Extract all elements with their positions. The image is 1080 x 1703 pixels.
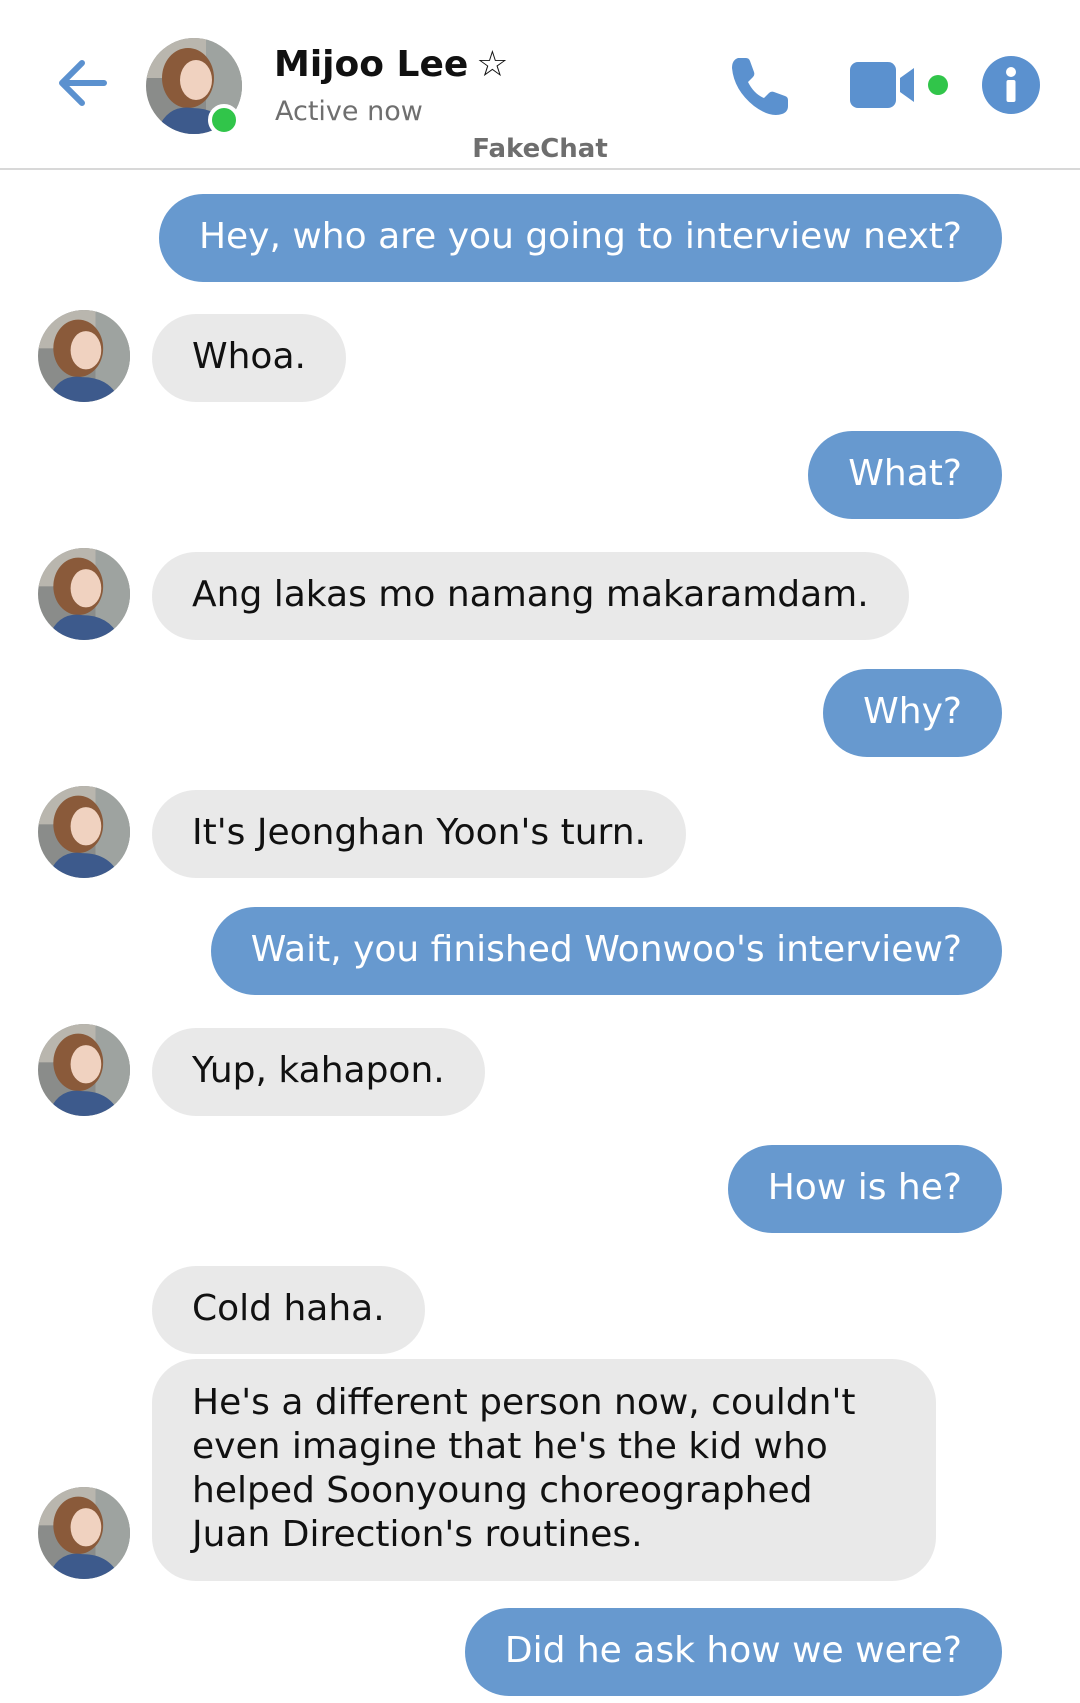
- message-bubble-received[interactable]: Ang lakas mo namang makaramdam.: [152, 552, 909, 640]
- online-indicator: [208, 104, 240, 136]
- app-name-text: FakeChat: [472, 134, 608, 164]
- sender-avatar[interactable]: [38, 1024, 130, 1116]
- message-bubble-received[interactable]: He's a different person now, couldn't ev…: [152, 1359, 936, 1581]
- active-status: Active now: [275, 96, 423, 127]
- sender-avatar[interactable]: [38, 1487, 130, 1579]
- avatar-photo: [38, 1024, 130, 1116]
- chat-header: Mijoo Lee ☆ Active now FakeChat: [0, 0, 1080, 170]
- sender-avatar[interactable]: [38, 548, 130, 640]
- avatar-photo: [38, 548, 130, 640]
- star-icon[interactable]: ☆: [476, 44, 508, 85]
- contact-name-text: Mijoo Lee: [274, 44, 469, 85]
- message-bubble-sent[interactable]: How is he?: [727, 1145, 1002, 1233]
- message-bubble-received[interactable]: It's Jeonghan Yoon's turn.: [152, 790, 686, 878]
- message-bubble-received[interactable]: Whoa.: [152, 314, 346, 402]
- voice-call-button[interactable]: [724, 50, 796, 122]
- message-bubble-sent[interactable]: Hey, who are you going to interview next…: [158, 194, 1002, 282]
- message-bubble-sent[interactable]: Wait, you finished Wonwoo's interview?: [210, 907, 1002, 995]
- phone-icon: [732, 58, 788, 115]
- message-bubble-sent[interactable]: What?: [808, 431, 1002, 519]
- message-bubble-received[interactable]: Cold haha.: [152, 1266, 425, 1354]
- video-camera-icon: [850, 62, 914, 108]
- avatar-photo: [38, 1487, 130, 1579]
- back-button[interactable]: [50, 50, 116, 116]
- info-icon: [1006, 67, 1016, 102]
- arrow-left-icon: [59, 60, 107, 106]
- message-bubble-received[interactable]: Yup, kahapon.: [152, 1028, 485, 1116]
- video-active-dot: [928, 75, 948, 95]
- sender-avatar[interactable]: [38, 786, 130, 878]
- avatar-photo: [38, 310, 130, 402]
- app-watermark: FakeChat: [0, 134, 1080, 164]
- info-button[interactable]: [982, 56, 1040, 114]
- sender-avatar[interactable]: [38, 310, 130, 402]
- contact-name[interactable]: Mijoo Lee ☆: [274, 44, 509, 85]
- video-call-button[interactable]: [848, 60, 924, 110]
- avatar-photo: [38, 786, 130, 878]
- message-bubble-sent[interactable]: Did he ask how we were?: [464, 1608, 1002, 1696]
- message-bubble-sent[interactable]: Why?: [823, 669, 1002, 757]
